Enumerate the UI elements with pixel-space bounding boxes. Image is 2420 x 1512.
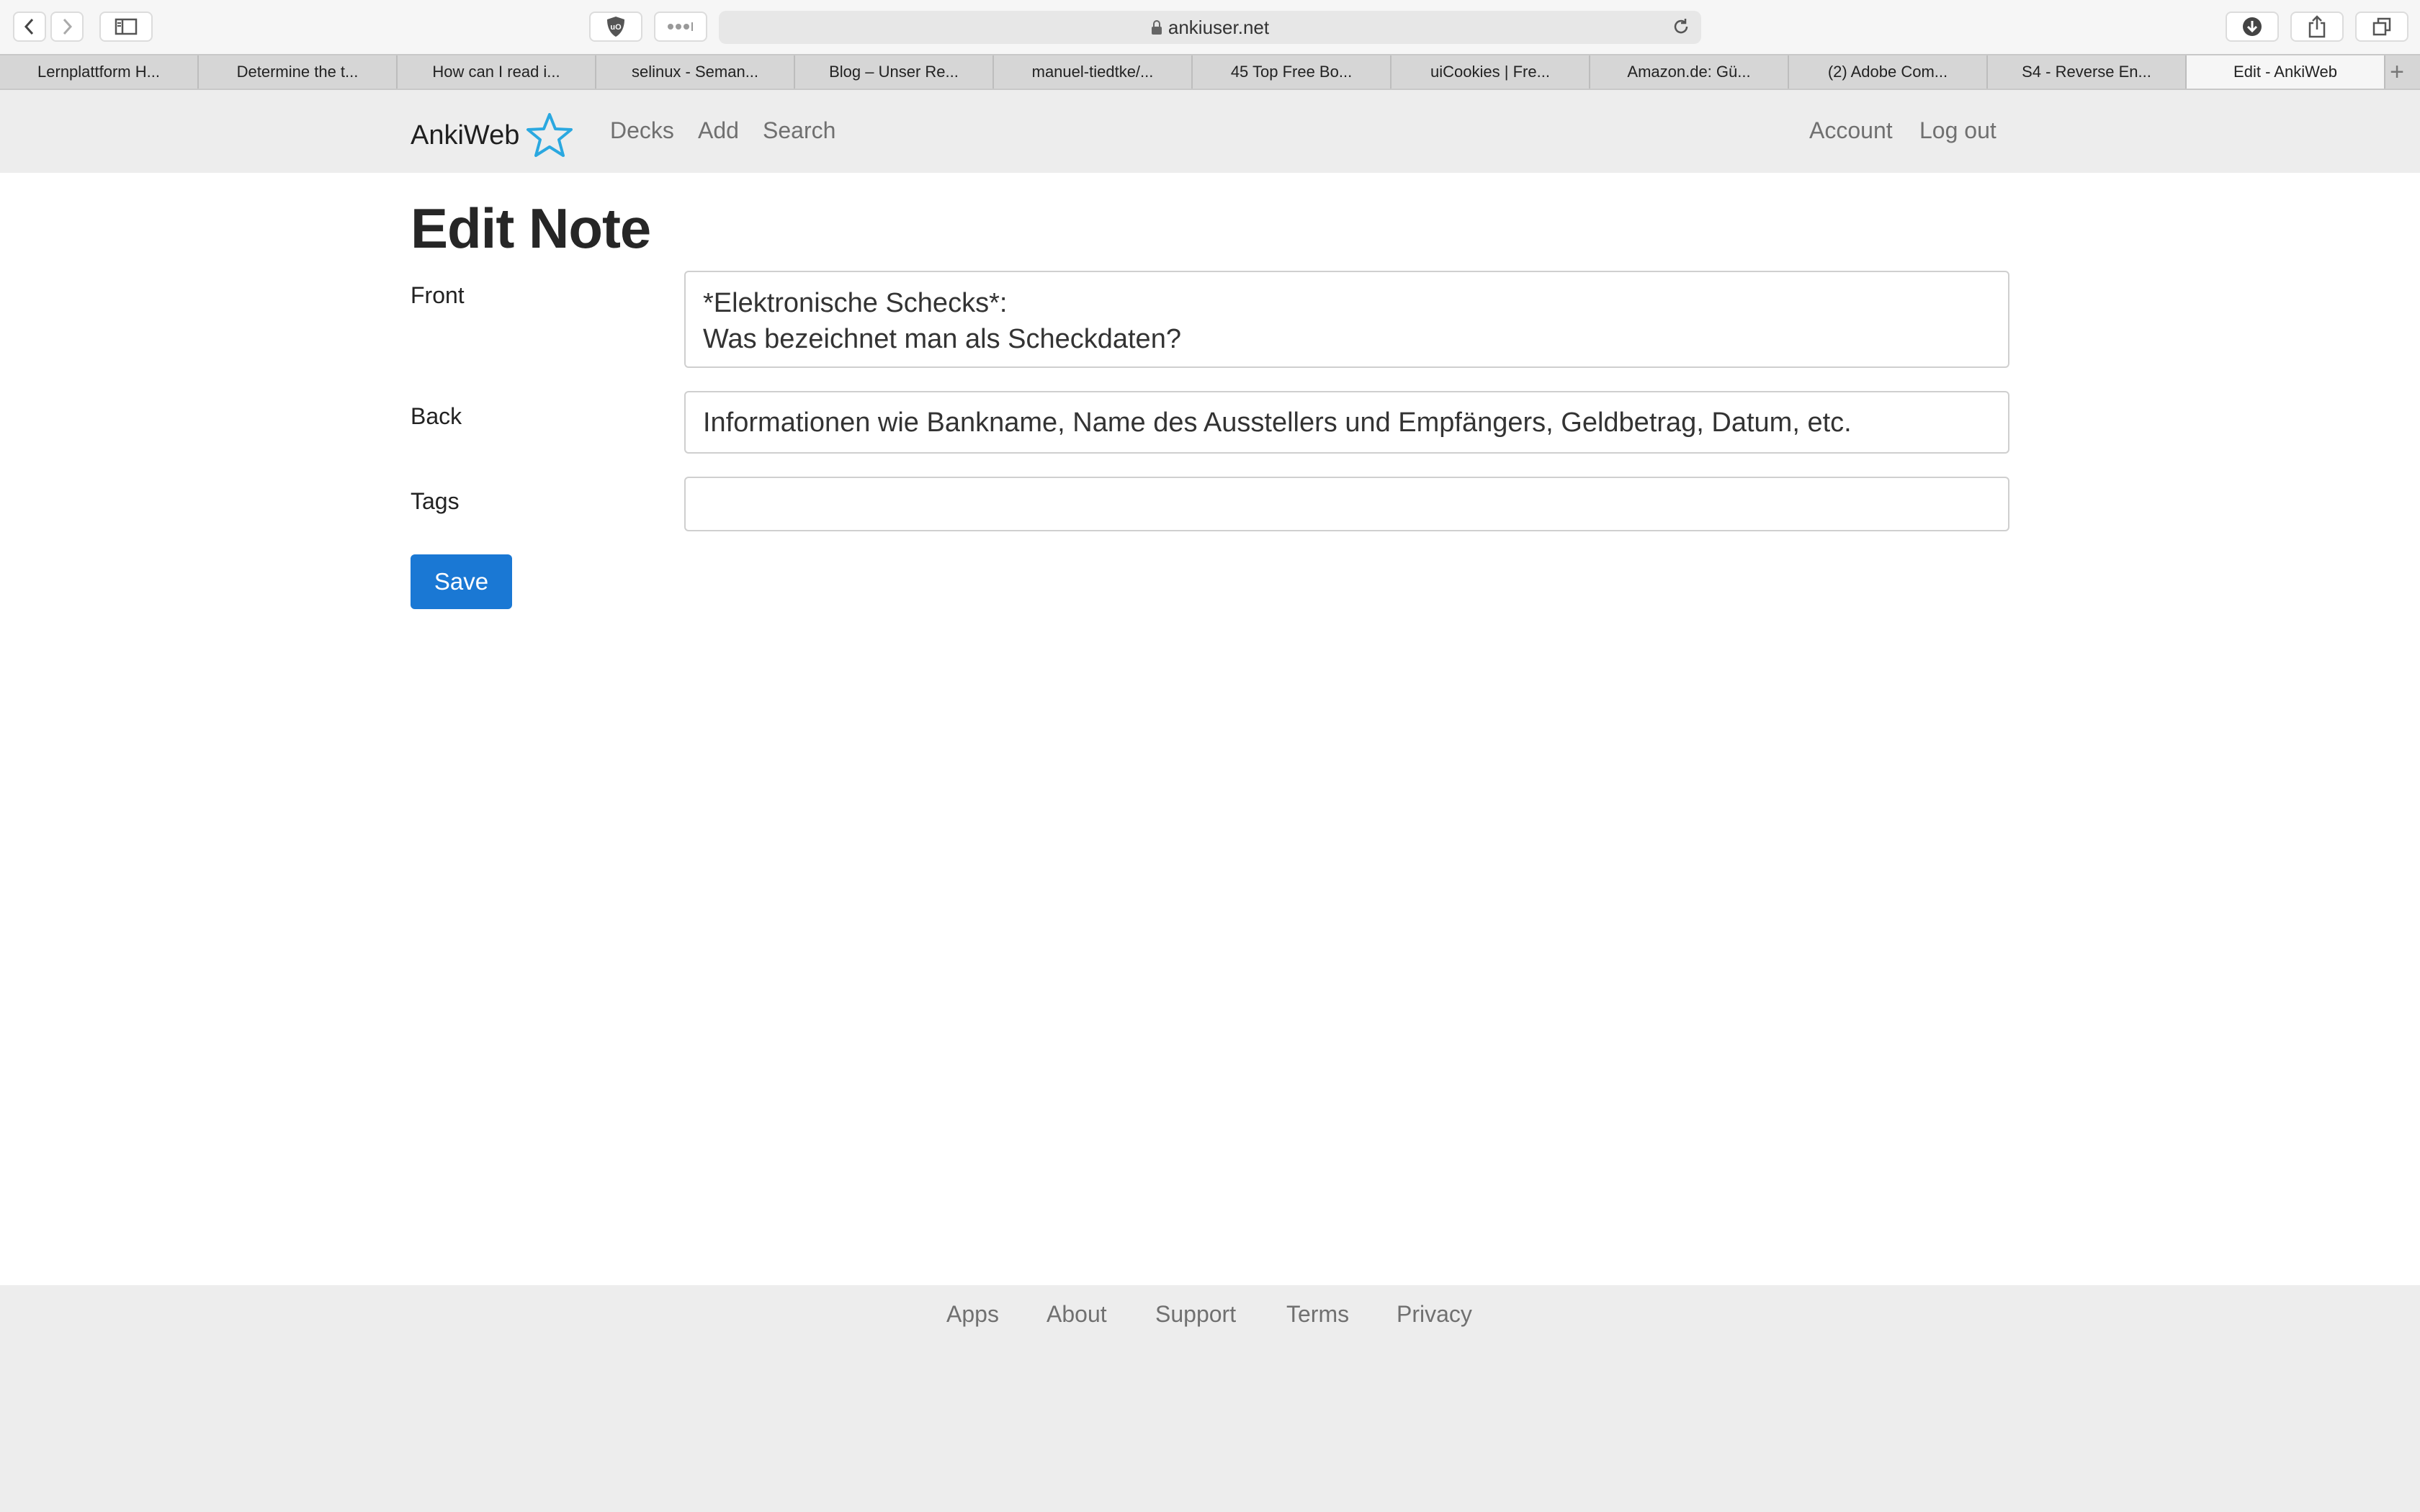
- address-bar[interactable]: ankiuser.net: [719, 11, 1701, 44]
- nav-account[interactable]: Account: [1809, 117, 1893, 144]
- tab[interactable]: Blog – Unser Re...: [795, 55, 994, 89]
- front-label: Front: [411, 282, 465, 308]
- extension-menu-button[interactable]: [654, 12, 707, 42]
- tab[interactable]: (2) Adobe Com...: [1789, 55, 1988, 89]
- new-tab-button[interactable]: +: [2385, 55, 2408, 89]
- chevron-right-icon: [63, 18, 73, 35]
- tab[interactable]: S4 - Reverse En...: [1988, 55, 2187, 89]
- tab[interactable]: selinux - Seman...: [596, 55, 795, 89]
- footer-privacy[interactable]: Privacy: [1397, 1301, 1472, 1328]
- front-line-2: Was bezeichnet man als Scheckdaten?: [703, 324, 1181, 354]
- tags-field[interactable]: [684, 477, 2009, 531]
- sidebar-icon: [115, 18, 138, 35]
- more-icon: [668, 22, 693, 31]
- front-line-1: *Elektronische Schecks*:: [703, 288, 1008, 318]
- svg-text:uO: uO: [610, 23, 622, 32]
- lock-icon: [1151, 20, 1162, 35]
- site-footer: Apps About Support Terms Privacy: [0, 1285, 2420, 1512]
- browser-toolbar: uO ankiuser.net: [0, 0, 2420, 54]
- tab[interactable]: 45 Top Free Bo...: [1193, 55, 1392, 89]
- nav-decks[interactable]: Decks: [610, 117, 674, 144]
- tab[interactable]: Amazon.de: Gü...: [1590, 55, 1789, 89]
- page-title: Edit Note: [411, 197, 651, 260]
- tab-overview-button[interactable]: [2355, 12, 2408, 42]
- tab[interactable]: Determine the t...: [199, 55, 398, 89]
- back-label: Back: [411, 403, 462, 429]
- forward-button[interactable]: [50, 12, 84, 42]
- shield-icon: uO: [607, 17, 624, 37]
- tab[interactable]: uiCookies | Fre...: [1392, 55, 1590, 89]
- tags-label: Tags: [411, 488, 460, 514]
- footer-apps[interactable]: Apps: [946, 1301, 999, 1328]
- tabs-icon: [2372, 17, 2391, 36]
- chevron-left-icon: [24, 18, 34, 35]
- tab[interactable]: Lernplattform H...: [0, 55, 199, 89]
- tab-active[interactable]: Edit - AnkiWeb: [2187, 55, 2385, 89]
- url-text: ankiuser.net: [1168, 16, 1270, 38]
- downloads-button[interactable]: [2226, 12, 2279, 42]
- download-icon: [2243, 17, 2262, 36]
- tab[interactable]: How can I read i...: [398, 55, 596, 89]
- brand-name: AnkiWeb: [411, 120, 520, 150]
- sidebar-toggle-button[interactable]: [99, 12, 153, 42]
- ublock-extension-button[interactable]: uO: [589, 12, 642, 42]
- share-icon: [2308, 15, 2326, 38]
- tab[interactable]: manuel-tiedtke/...: [994, 55, 1193, 89]
- site-navbar: AnkiWeb Decks Add Search Account Log out: [0, 90, 2420, 173]
- star-logo-icon: [526, 113, 573, 157]
- footer-about[interactable]: About: [1047, 1301, 1107, 1328]
- nav-search[interactable]: Search: [763, 117, 835, 144]
- share-button[interactable]: [2290, 12, 2344, 42]
- back-value: Informationen wie Bankname, Name des Aus…: [703, 408, 1852, 438]
- tab-bar: Lernplattform H... Determine the t... Ho…: [0, 54, 2420, 90]
- brand-link[interactable]: AnkiWeb: [411, 112, 574, 159]
- nav-logout[interactable]: Log out: [1919, 117, 1996, 144]
- reload-icon[interactable]: [1671, 17, 1691, 37]
- footer-support[interactable]: Support: [1155, 1301, 1236, 1328]
- save-button[interactable]: Save: [411, 554, 512, 609]
- front-field[interactable]: *Elektronische Schecks*: Was bezeichnet …: [684, 271, 2009, 368]
- back-button[interactable]: [13, 12, 46, 42]
- nav-add[interactable]: Add: [698, 117, 739, 144]
- back-field[interactable]: Informationen wie Bankname, Name des Aus…: [684, 391, 2009, 454]
- footer-terms[interactable]: Terms: [1286, 1301, 1349, 1328]
